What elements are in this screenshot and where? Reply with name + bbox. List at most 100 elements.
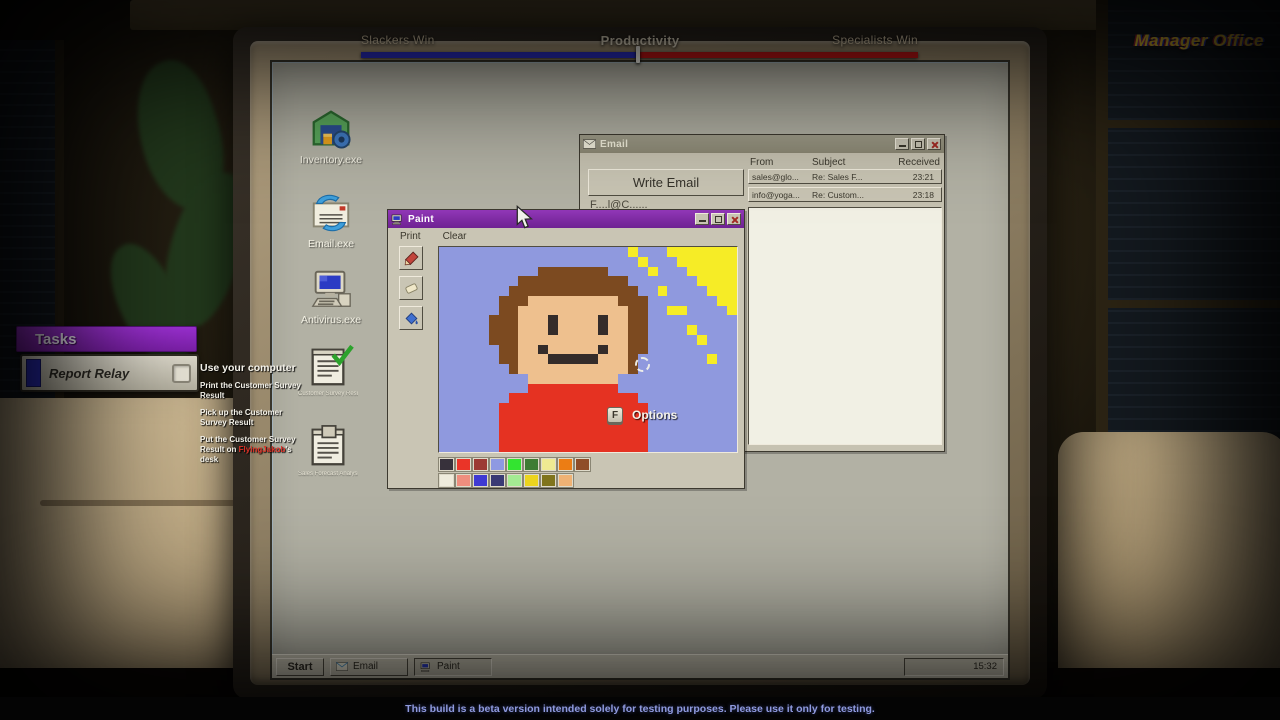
pixel: [538, 335, 548, 345]
pixel: [608, 247, 618, 257]
pixel: [558, 335, 568, 345]
pixel: [717, 432, 727, 442]
close-icon[interactable]: [927, 138, 941, 150]
pixel: [479, 384, 489, 394]
maximize-icon[interactable]: [911, 138, 925, 150]
color-swatch[interactable]: [507, 458, 522, 471]
task-checkbox[interactable]: [172, 364, 191, 383]
paint-canvas[interactable]: [438, 246, 738, 453]
pixel: [568, 403, 578, 413]
eraser-tool-button[interactable]: [399, 276, 423, 300]
fill-tool-button[interactable]: [399, 306, 423, 330]
f-key-icon: F: [607, 407, 623, 423]
pixel: [459, 325, 469, 335]
write-email-button[interactable]: Write Email: [588, 169, 744, 196]
color-swatch[interactable]: [507, 474, 522, 487]
task-step: Pick up the Customer Survey Result: [200, 408, 310, 428]
pixel: [479, 374, 489, 384]
pixel: [707, 296, 717, 306]
pixel: [687, 403, 697, 413]
pixel: [558, 267, 568, 277]
pixel: [667, 354, 677, 364]
pixel: [449, 423, 459, 433]
color-swatch[interactable]: [473, 458, 488, 471]
pixel: [439, 345, 449, 355]
pixel: [489, 354, 499, 364]
pixel: [489, 315, 499, 325]
pixel: [439, 364, 449, 374]
email-row[interactable]: sales@glo...Re: Sales F...23:21: [748, 169, 942, 184]
close-icon[interactable]: [727, 213, 741, 225]
color-swatch[interactable]: [558, 458, 573, 471]
pixel: [459, 354, 469, 364]
pixel: [588, 423, 598, 433]
pixel: [479, 257, 489, 267]
task-row-report-relay[interactable]: Report Relay: [20, 354, 199, 392]
pixel: [439, 276, 449, 286]
pixel: [578, 267, 588, 277]
color-swatch[interactable]: [490, 458, 505, 471]
start-button[interactable]: Start: [276, 658, 324, 676]
pixel: [518, 315, 528, 325]
message-area[interactable]: [748, 207, 942, 445]
pixel: [628, 432, 638, 442]
color-swatch[interactable]: [490, 474, 505, 487]
pixel: [449, 345, 459, 355]
pixel: [697, 325, 707, 335]
pixel: [499, 442, 509, 452]
pixel: [618, 257, 628, 267]
color-swatch[interactable]: [558, 474, 573, 487]
pixel: [538, 345, 548, 355]
maximize-icon[interactable]: [711, 213, 725, 225]
color-swatch[interactable]: [456, 474, 471, 487]
pixel: [658, 286, 668, 296]
color-swatch[interactable]: [473, 474, 488, 487]
pixel: [687, 432, 697, 442]
pixel: [707, 432, 717, 442]
pixel: [667, 306, 677, 316]
paint-titlebar[interactable]: Paint: [388, 210, 744, 228]
color-swatch[interactable]: [524, 458, 539, 471]
pixel: [489, 276, 499, 286]
color-swatch[interactable]: [541, 458, 556, 471]
color-swatch[interactable]: [524, 474, 539, 487]
email-titlebar[interactable]: Email: [580, 135, 944, 153]
pixel: [459, 345, 469, 355]
color-swatch[interactable]: [439, 458, 454, 471]
color-swatch[interactable]: [456, 458, 471, 471]
taskbar-item-paint[interactable]: Paint: [414, 658, 492, 676]
pixel: [707, 325, 717, 335]
pixel: [568, 364, 578, 374]
pixel: [489, 403, 499, 413]
pixel: [439, 432, 449, 442]
pixel: [509, 432, 519, 442]
color-swatch[interactable]: [575, 458, 590, 471]
pixel: [499, 325, 509, 335]
pixel: [469, 393, 479, 403]
pixel: [598, 267, 608, 277]
minimize-icon[interactable]: [695, 213, 709, 225]
minimize-icon[interactable]: [895, 138, 909, 150]
pixel: [618, 442, 628, 452]
pixel: [489, 335, 499, 345]
color-swatch[interactable]: [439, 474, 454, 487]
menu-clear[interactable]: Clear: [443, 231, 467, 242]
color-swatch[interactable]: [541, 474, 556, 487]
menu-print[interactable]: Print: [400, 231, 421, 242]
pixel: [677, 364, 687, 374]
pixel: [518, 267, 528, 277]
pencil-tool-button[interactable]: [399, 246, 423, 270]
pixel: [628, 442, 638, 452]
taskbar-item-email[interactable]: Email: [330, 658, 408, 676]
email-row[interactable]: info@yoga...Re: Custom...23:18: [748, 187, 942, 202]
pixel: [588, 345, 598, 355]
pixel: [578, 315, 588, 325]
pixel: [588, 335, 598, 345]
pixel: [479, 335, 489, 345]
pixel: [499, 296, 509, 306]
pixel: [667, 325, 677, 335]
pixel: [658, 384, 668, 394]
pixel: [439, 354, 449, 364]
pixel: [638, 393, 648, 403]
pixel: [608, 423, 618, 433]
